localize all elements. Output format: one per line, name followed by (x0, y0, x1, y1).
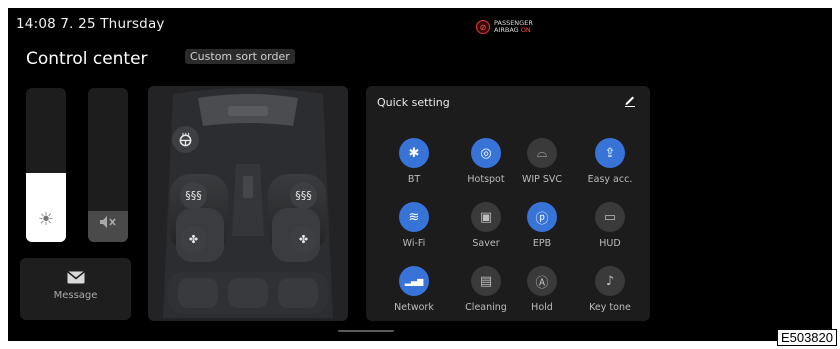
steering-wheel-heat-icon (179, 132, 192, 147)
quick-setting-label: Network (394, 302, 434, 313)
quick-setting-item-hold[interactable]: Ⓐ Hold (507, 266, 577, 313)
quick-setting-label: Key tone (589, 302, 631, 313)
hotspot-icon: ◎ (471, 138, 501, 168)
speaker-muted-icon (88, 215, 128, 232)
seat-heat-icon: §§§ (185, 189, 202, 202)
quick-setting-panel: Quick setting ✱ BT ◎ Hotspot ⌓ WIP SVC ⇪ Easy a… (366, 86, 650, 321)
quick-setting-title: Quick setting (377, 96, 450, 109)
seat-heat-icon: §§§ (295, 189, 312, 202)
auto-hold-icon: Ⓐ (527, 266, 557, 296)
seat-vent-icon: ✤ (188, 233, 199, 246)
easy-access-icon: ⇪ (595, 138, 625, 168)
quick-setting-label: BT (407, 174, 421, 185)
bluetooth-icon: ✱ (399, 138, 429, 168)
quick-setting-label: Wi-Fi (402, 238, 426, 249)
passenger-seat-vent-button[interactable]: ✤ (290, 226, 317, 253)
seat-vent-icon: ✤ (298, 233, 309, 246)
home-indicator[interactable] (338, 330, 394, 332)
passenger-airbag-indicator: ⊘ PASSENGER AIRBAG ON (476, 20, 533, 34)
message-label: Message (53, 290, 98, 301)
driver-seat-heat-button[interactable]: §§§ (180, 182, 207, 209)
network-signal-icon: ▂▄▆ (399, 266, 429, 296)
seat-climate-panel: §§§ §§§ ✤ ✤ (148, 86, 348, 321)
quick-setting-label: Hold (531, 302, 553, 313)
page-title: Control center (26, 49, 148, 69)
pencil-icon[interactable] (624, 94, 636, 110)
car-interior-illustration (163, 88, 333, 318)
status-time-date: 14:08 7. 25 Thursday (16, 16, 165, 32)
hud-icon: ▭ (595, 202, 625, 232)
envelope-icon (20, 270, 131, 288)
quick-setting-item-key-tone[interactable]: ♪ Key tone (575, 266, 645, 313)
wifi-icon: ≋ (399, 202, 429, 232)
control-center-screen: 14:08 7. 25 Thursday ⊘ PASSENGER AIRBAG … (8, 8, 832, 341)
quick-setting-label: Easy acc. (587, 174, 633, 185)
quick-setting-label: WIP SVC (521, 174, 563, 185)
custom-sort-button[interactable]: Custom sort order (185, 49, 295, 64)
steering-wheel-heat-button[interactable] (172, 126, 199, 153)
image-code: E503820 (776, 329, 837, 346)
brightness-slider[interactable]: ☀ (26, 88, 66, 242)
passenger-seat-heat-button[interactable]: §§§ (290, 182, 317, 209)
driver-seat-vent-button[interactable]: ✤ (180, 226, 207, 253)
quick-setting-item-wip-svc[interactable]: ⌓ WIP SVC (507, 138, 577, 185)
quick-setting-label: EPB (532, 238, 552, 249)
screen-saver-icon: ▣ (471, 202, 501, 232)
quick-setting-label: HUD (599, 238, 621, 249)
volume-slider[interactable] (88, 88, 128, 242)
cleaning-icon: ▤ (471, 266, 501, 296)
quick-setting-item-epb[interactable]: ⓟ EPB (507, 202, 577, 249)
quick-setting-item-wi-fi[interactable]: ≋ Wi-Fi (379, 202, 449, 249)
quick-setting-item-network[interactable]: ▂▄▆ Network (379, 266, 449, 313)
airbag-state: ON (520, 26, 531, 34)
key-tone-icon: ♪ (595, 266, 625, 296)
quick-setting-item-bt[interactable]: ✱ BT (379, 138, 449, 185)
airbag-off-icon: ⊘ (476, 20, 490, 34)
brightness-fill (26, 172, 66, 242)
quick-setting-item-hud[interactable]: ▭ HUD (575, 202, 645, 249)
message-tile[interactable]: Message (20, 258, 131, 320)
wiper-icon: ⌓ (527, 138, 557, 168)
parking-brake-icon: ⓟ (527, 202, 557, 232)
airbag-line2: AIRBAG (494, 26, 519, 34)
quick-setting-item-easy-acc[interactable]: ⇪ Easy acc. (575, 138, 645, 185)
sun-icon: ☀ (37, 209, 55, 230)
